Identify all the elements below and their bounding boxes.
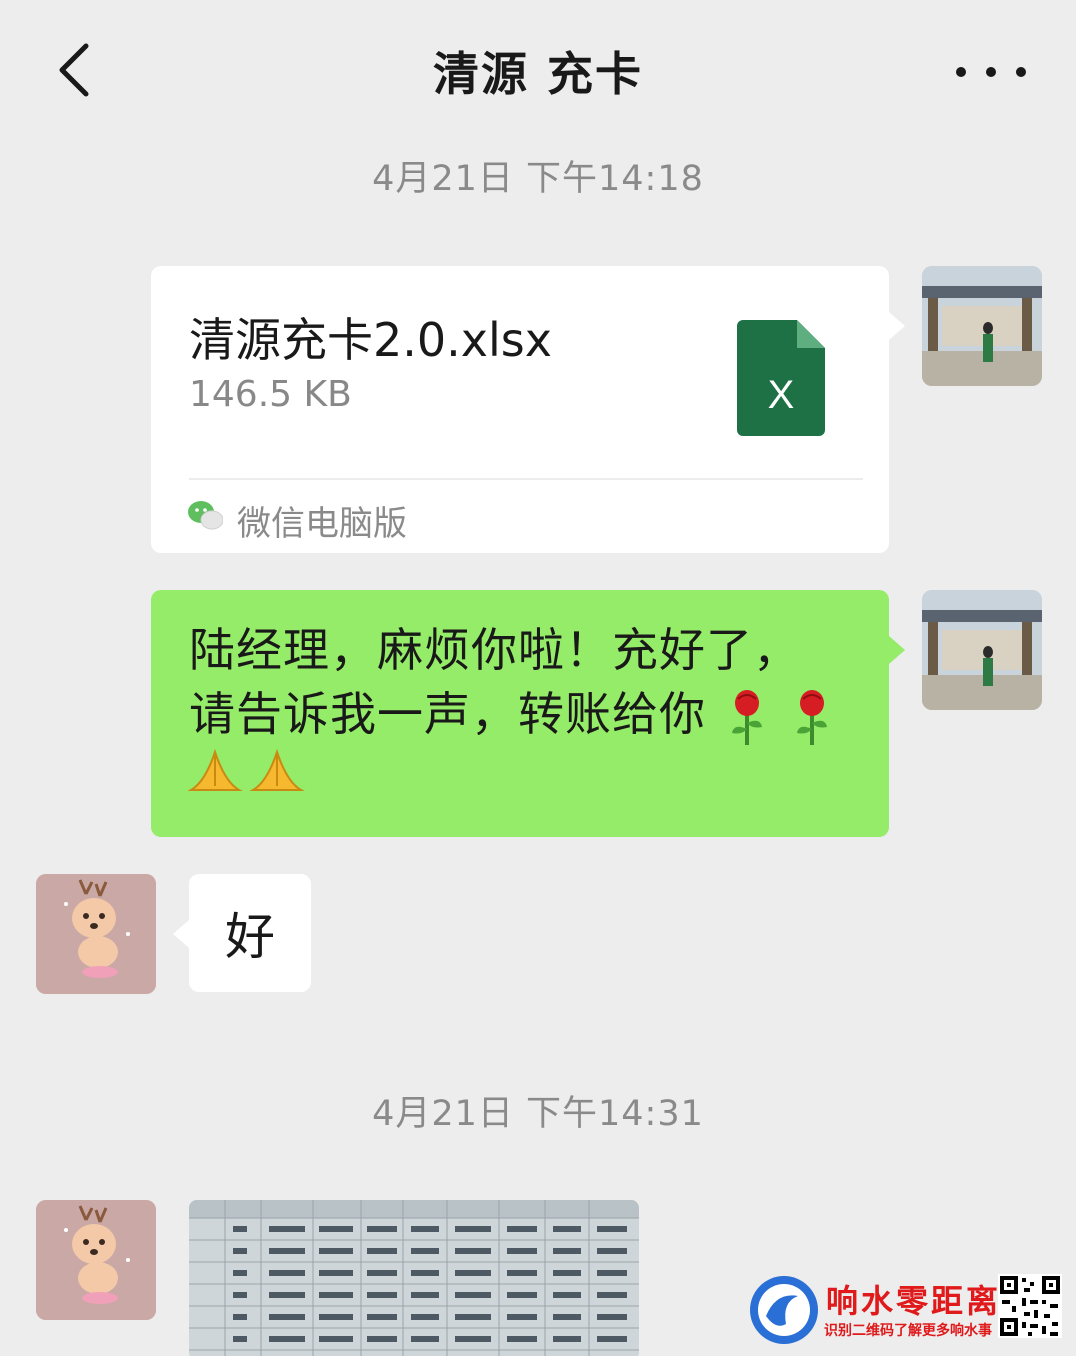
rose-icon [731, 689, 762, 745]
rose-icon [797, 689, 828, 745]
watermark-title: 响水零距离 [826, 1282, 1002, 1320]
chat-title: 清源 充卡 [432, 47, 643, 101]
contact-avatar[interactable] [36, 874, 156, 994]
watermark-logo-icon [750, 1276, 818, 1344]
reply-text: 好 [225, 908, 275, 966]
file-name: 清源充卡2.0.xlsx [189, 313, 552, 367]
message-line-2: 请告诉我一声，转账给你 [189, 687, 706, 741]
qr-code-icon [998, 1274, 1062, 1338]
file-size: 146.5 KB [189, 374, 352, 415]
watermark-subtitle: 识别二维码了解更多响水事 [824, 1323, 992, 1339]
top-bar: 清源 充卡 [0, 0, 1076, 140]
message-timestamp: 4月21日 下午14:31 [372, 1094, 704, 1134]
sent-text-message[interactable]: 陆经理，麻烦你啦！充好了， 请告诉我一声，转账给你 [151, 590, 905, 837]
message-timestamp: 4月21日 下午14:18 [372, 159, 704, 199]
avatar-photo [922, 590, 1042, 710]
deer-avatar-icon [36, 874, 156, 994]
excel-file-icon: X [737, 320, 825, 436]
my-avatar[interactable] [922, 266, 1042, 386]
received-text-message[interactable]: 好 [173, 874, 311, 992]
svg-text:X: X [768, 373, 795, 417]
avatar-photo [922, 266, 1042, 386]
divider [189, 478, 863, 480]
more-dots-icon [956, 67, 966, 77]
pray-icon [187, 748, 243, 791]
deer-avatar-icon [36, 1200, 156, 1320]
file-source-label: 微信电脑版 [237, 504, 407, 544]
image-message[interactable] [189, 1200, 639, 1356]
message-line-1: 陆经理，麻烦你啦！充好了， [189, 623, 800, 677]
more-button[interactable] [956, 54, 1026, 90]
wechat-icon [188, 501, 223, 530]
my-avatar[interactable] [922, 590, 1042, 710]
watermark: 响水零距离 识别二维码了解更多响水事 [744, 1268, 1076, 1356]
spreadsheet-photo [189, 1200, 639, 1356]
file-message[interactable]: 清源充卡2.0.xlsx 146.5 KB X 微信电脑版 [151, 266, 905, 553]
contact-avatar[interactable] [36, 1200, 156, 1320]
pray-icon [249, 748, 305, 791]
